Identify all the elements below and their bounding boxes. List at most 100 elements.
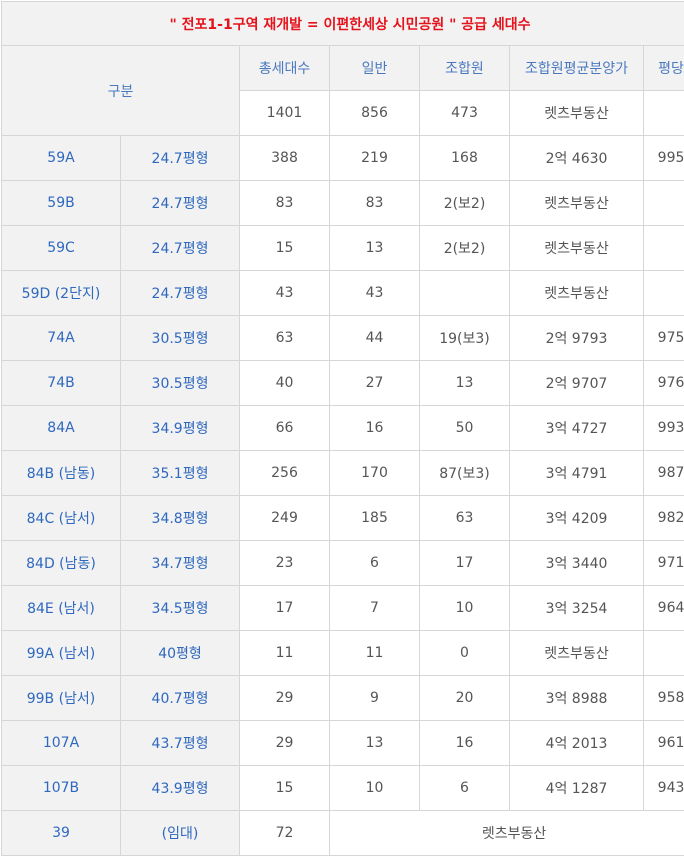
- cell-union: 87(보3): [420, 451, 510, 496]
- cell-general: 11: [330, 631, 420, 676]
- cell-union: 17: [420, 541, 510, 586]
- cell-general: 16: [330, 406, 420, 451]
- table-row: 84B (남동)35.1평형25617087(보3)3억 4791987: [2, 451, 684, 496]
- cell-total: 11: [240, 631, 330, 676]
- cell-general: 13: [330, 721, 420, 766]
- cell-per-pyeong: [644, 631, 684, 676]
- totals-general: 856: [330, 91, 420, 136]
- cell-size: 43.9평형: [121, 766, 240, 811]
- cell-type: 59C: [2, 226, 121, 271]
- totals-avg-price: 렛츠부동산: [510, 91, 644, 136]
- table-row: 99B (남서)40.7평형299203억 8988958: [2, 676, 684, 721]
- cell-union: 2(보2): [420, 181, 510, 226]
- col-header-union: 조합원: [420, 46, 510, 91]
- cell-union: 13: [420, 361, 510, 406]
- cell-avg-price: 3억 8988: [510, 676, 644, 721]
- cell-size: 40.7평형: [121, 676, 240, 721]
- cell-total: 15: [240, 766, 330, 811]
- cell-union: 6: [420, 766, 510, 811]
- cell-total: 43: [240, 271, 330, 316]
- cell-per-pyeong: 964: [644, 586, 684, 631]
- cell-type: 84E (남서): [2, 586, 121, 631]
- cell-avg-price: 3억 4209: [510, 496, 644, 541]
- cell-union: 19(보3): [420, 316, 510, 361]
- totals-total: 1401: [240, 91, 330, 136]
- table-row: 99A (남서)40평형11110렛츠부동산: [2, 631, 684, 676]
- table-row: 59C24.7평형15132(보2)렛츠부동산: [2, 226, 684, 271]
- table-row: 74B30.5평형4027132억 9707976: [2, 361, 684, 406]
- cell-general: 185: [330, 496, 420, 541]
- table-row: 59D (2단지)24.7평형4343렛츠부동산: [2, 271, 684, 316]
- cell-avg-price: 3억 3440: [510, 541, 644, 586]
- cell-size: 34.8평형: [121, 496, 240, 541]
- cell-total: 23: [240, 541, 330, 586]
- cell-type: 107A: [2, 721, 121, 766]
- col-header-general: 일반: [330, 46, 420, 91]
- cell-per-pyeong: 982: [644, 496, 684, 541]
- supply-table: " 전포1-1구역 재개발 = 이편한세상 시민공원 " 공급 세대수 구분 총…: [1, 1, 684, 856]
- cell-avg-price: 2억 9793: [510, 316, 644, 361]
- cell-union: 63: [420, 496, 510, 541]
- cell-total: 72: [240, 811, 330, 856]
- cell-avg-price: 4억 1287: [510, 766, 644, 811]
- cell-type: 84B (남동): [2, 451, 121, 496]
- cell-general: 9: [330, 676, 420, 721]
- cell-union: 2(보2): [420, 226, 510, 271]
- cell-avg-price: 3억 4727: [510, 406, 644, 451]
- cell-per-pyeong: [644, 226, 684, 271]
- group-header: 구분: [2, 46, 240, 136]
- cell-size: 35.1평형: [121, 451, 240, 496]
- cell-general: 83: [330, 181, 420, 226]
- table-row: 107A43.7평형2913164억 2013961: [2, 721, 684, 766]
- cell-total: 29: [240, 676, 330, 721]
- cell-type: 99A (남서): [2, 631, 121, 676]
- cell-avg-price: 4억 2013: [510, 721, 644, 766]
- cell-total: 66: [240, 406, 330, 451]
- cell-avg-price: 3억 4791: [510, 451, 644, 496]
- cell-union: 168: [420, 136, 510, 181]
- cell-avg-price: 렛츠부동산: [510, 631, 644, 676]
- cell-avg-price: 렛츠부동산: [510, 181, 644, 226]
- cell-size: 34.7평형: [121, 541, 240, 586]
- cell-type: 107B: [2, 766, 121, 811]
- cell-per-pyeong: 971: [644, 541, 684, 586]
- cell-per-pyeong: [644, 181, 684, 226]
- cell-general: 10: [330, 766, 420, 811]
- table-row: 59B24.7평형83832(보2)렛츠부동산: [2, 181, 684, 226]
- cell-general: 27: [330, 361, 420, 406]
- cell-note: 렛츠부동산: [330, 811, 684, 856]
- cell-general: 43: [330, 271, 420, 316]
- cell-avg-price: 렛츠부동산: [510, 226, 644, 271]
- cell-general: 170: [330, 451, 420, 496]
- table-title: " 전포1-1구역 재개발 = 이편한세상 시민공원 " 공급 세대수: [2, 2, 684, 46]
- cell-type: 59A: [2, 136, 121, 181]
- cell-type: 99B (남서): [2, 676, 121, 721]
- cell-type: 74A: [2, 316, 121, 361]
- rental-row: 39(임대)72렛츠부동산: [2, 811, 684, 856]
- cell-per-pyeong: [644, 271, 684, 316]
- cell-type: 59B: [2, 181, 121, 226]
- table-row: 84C (남서)34.8평형249185633억 4209982: [2, 496, 684, 541]
- cell-per-pyeong: 958: [644, 676, 684, 721]
- cell-per-pyeong: 993: [644, 406, 684, 451]
- cell-per-pyeong: 943: [644, 766, 684, 811]
- cell-per-pyeong: 987: [644, 451, 684, 496]
- cell-per-pyeong: 961: [644, 721, 684, 766]
- table-row: 59A24.7평형3882191682억 4630995: [2, 136, 684, 181]
- cell-type: 74B: [2, 361, 121, 406]
- cell-size: (임대): [121, 811, 240, 856]
- cell-total: 29: [240, 721, 330, 766]
- cell-union: [420, 271, 510, 316]
- cell-type: 84D (남동): [2, 541, 121, 586]
- cell-type: 84C (남서): [2, 496, 121, 541]
- col-header-total: 총세대수: [240, 46, 330, 91]
- cell-per-pyeong: 976: [644, 361, 684, 406]
- table-row: 84D (남동)34.7평형236173억 3440971: [2, 541, 684, 586]
- cell-total: 17: [240, 586, 330, 631]
- cell-size: 24.7평형: [121, 136, 240, 181]
- table-row: 84A34.9평형6616503억 4727993: [2, 406, 684, 451]
- cell-per-pyeong: 975: [644, 316, 684, 361]
- table-row: 74A30.5평형634419(보3)2억 9793975: [2, 316, 684, 361]
- col-header-per-pyeong: 평당: [644, 46, 684, 91]
- cell-size: 30.5평형: [121, 361, 240, 406]
